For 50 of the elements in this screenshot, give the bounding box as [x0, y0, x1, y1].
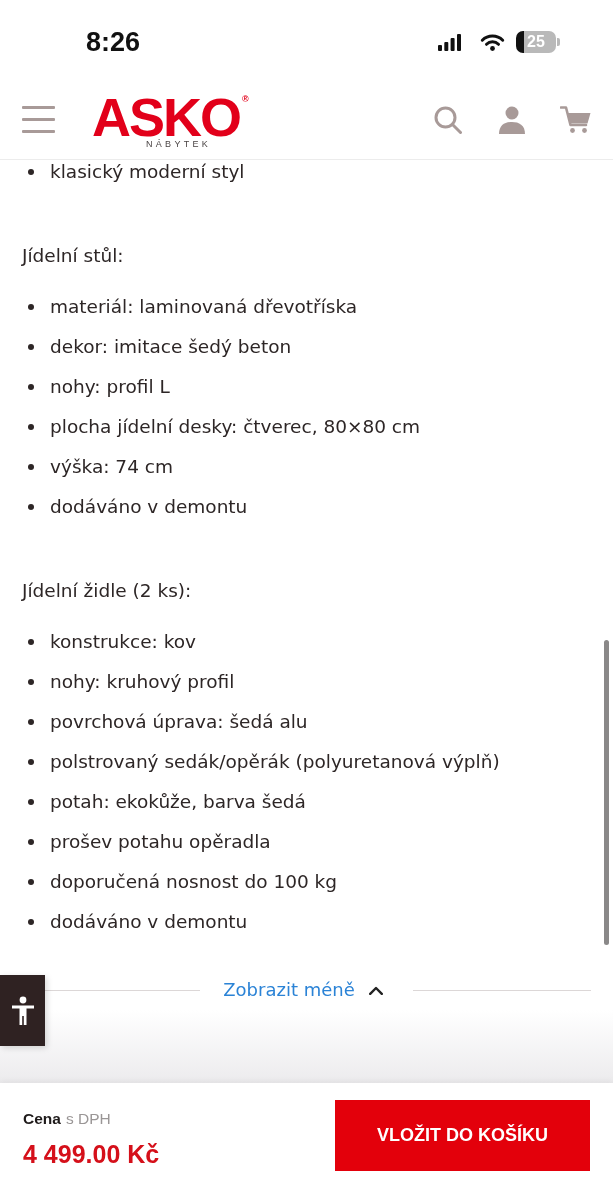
spec-item: konstrukce: kov — [50, 630, 197, 654]
logo-tagline: NÁBYTEK — [146, 139, 213, 150]
spec-item: plocha jídelní desky: čtverec, 80×80 cm — [50, 415, 421, 439]
spec-item: polstrovaný sedák/opěrák (polyuretanová výplň) — [50, 750, 500, 774]
bullet-icon — [28, 639, 34, 645]
bullet-icon — [28, 879, 34, 885]
bullet-icon — [28, 304, 34, 310]
bullet-icon — [28, 919, 34, 925]
user-icon[interactable] — [498, 105, 526, 134]
bullet-icon — [28, 384, 34, 390]
brand-logo[interactable]: ASKO$^{®}$ — [92, 95, 249, 139]
spec-item: dodáváno v demontu — [50, 495, 248, 519]
bullet-icon — [28, 169, 34, 175]
bullet-icon — [28, 799, 34, 805]
search-icon[interactable] — [434, 105, 462, 134]
spec-item: nohy: profil L — [50, 375, 170, 399]
show-less-button[interactable]: Zobrazit méně — [223, 978, 390, 1002]
bullet-icon — [28, 719, 34, 725]
price-note: s DPH — [65, 1109, 111, 1129]
bullet-icon — [28, 679, 34, 685]
bullet-icon — [28, 464, 34, 470]
add-to-cart-button[interactable]: VLOŽIT DO KOŠÍKU — [335, 1100, 590, 1171]
cart-icon[interactable] — [560, 105, 591, 134]
spec-item: prošev potahu opěradla — [50, 830, 271, 854]
bullet-icon — [28, 424, 34, 430]
spec-item: výška: 74 cm — [50, 455, 173, 479]
scrollbar[interactable] — [604, 640, 609, 945]
accessibility-icon — [10, 995, 35, 1026]
spec-item: povrchová úprava: šedá alu — [50, 710, 308, 734]
status-time: 8:26 — [86, 26, 141, 58]
price-value: 4 499.00 Kč — [23, 1139, 160, 1169]
accessibility-button[interactable] — [0, 975, 45, 1046]
spec-item: doporučená nosnost do 100 kg — [50, 870, 338, 894]
price-label: Cena — [23, 1109, 61, 1129]
bullet-icon — [28, 839, 34, 845]
bullet-icon — [28, 504, 34, 510]
spec-item: dodáváno v demontu — [50, 910, 248, 934]
menu-icon[interactable] — [22, 106, 55, 133]
battery-indicator: 25 — [516, 31, 560, 53]
spec-item: klasický moderní styl — [50, 160, 245, 184]
section-heading: Jídelní stůl: — [22, 245, 124, 266]
spec-item: dekor: imitace šedý beton — [50, 335, 292, 359]
spec-item: nohy: kruhový profil — [50, 670, 235, 694]
bullet-icon — [28, 344, 34, 350]
signal-icon — [438, 33, 461, 51]
spec-item: potah: ekokůže, barva šedá — [50, 790, 306, 814]
wifi-icon — [480, 33, 505, 51]
bullet-icon — [28, 759, 34, 765]
section-heading: Jídelní židle (2 ks): — [22, 580, 192, 601]
spec-item: materiál: laminovaná dřevotříska — [50, 295, 358, 319]
